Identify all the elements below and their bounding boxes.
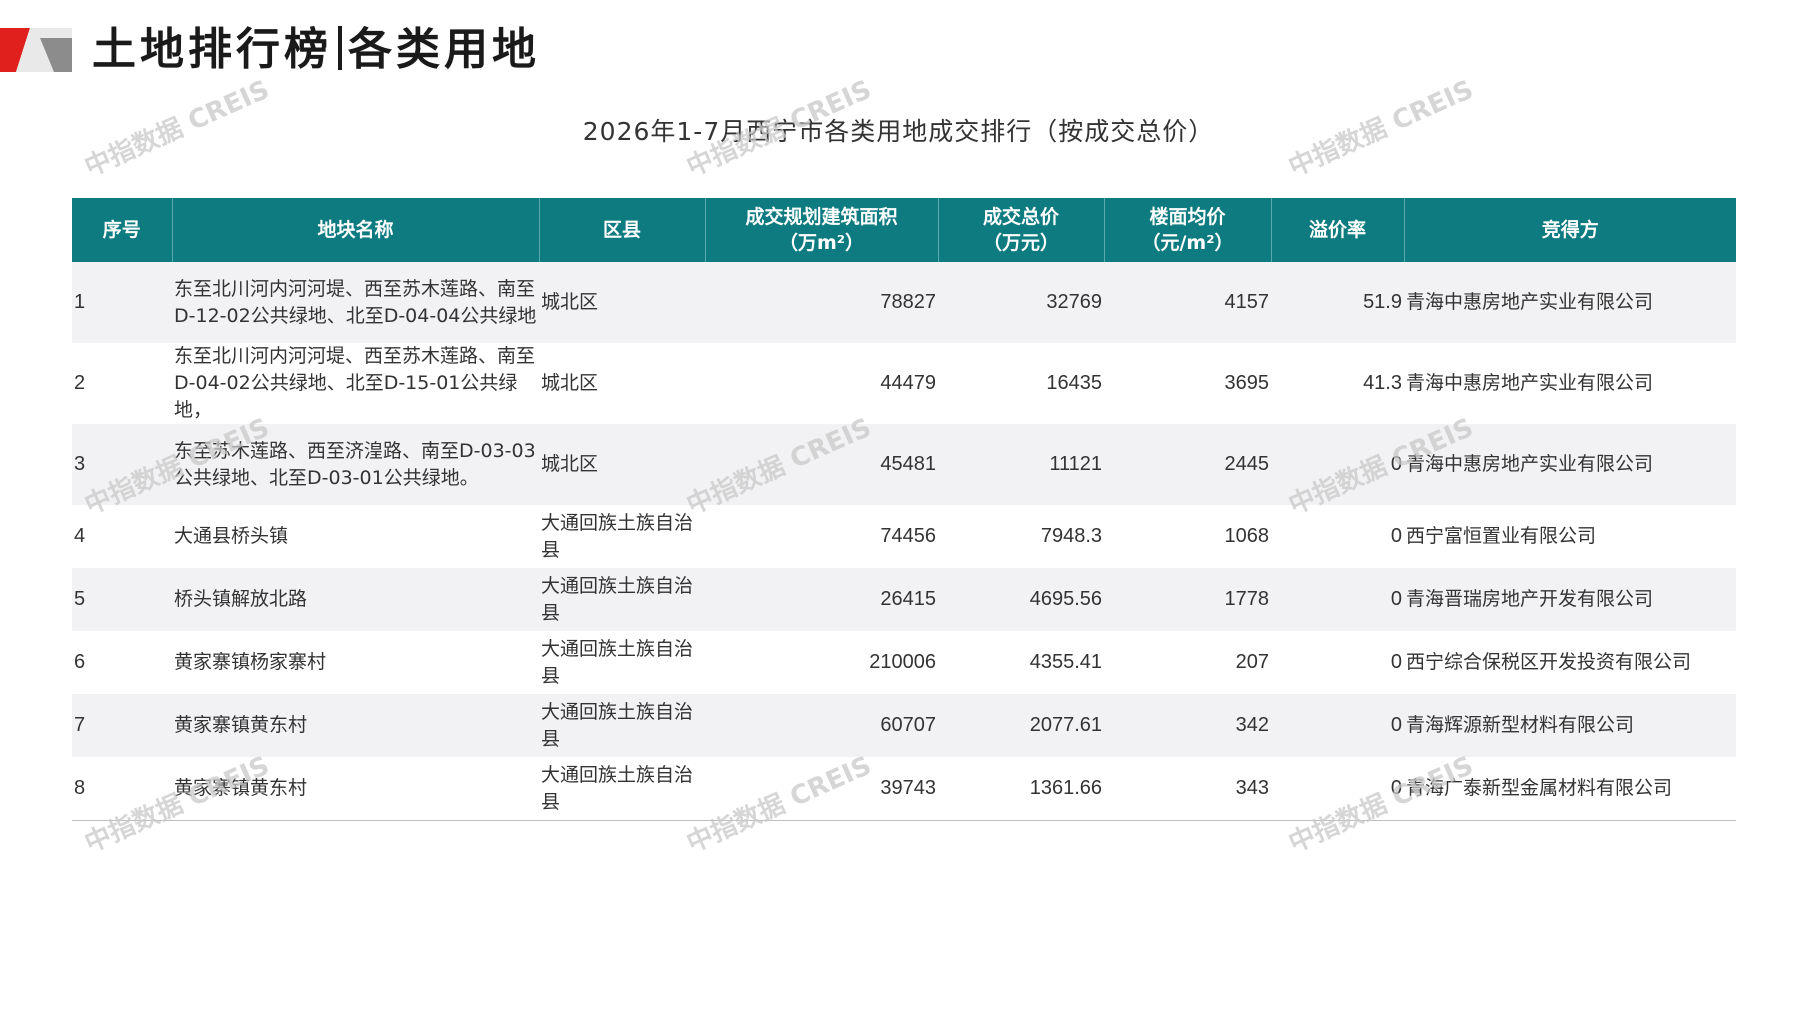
- cell-name: 黄家寨镇黄东村: [172, 757, 539, 821]
- column-header: 序号: [72, 198, 172, 262]
- cell-floor-price: 4157: [1104, 262, 1271, 343]
- cell-floor-price: 1068: [1104, 505, 1271, 568]
- table-row: 6 黄家寨镇杨家寨村 大通回族土族自治县 210006 4355.41 207 …: [72, 631, 1736, 694]
- cell-premium: 0: [1271, 505, 1404, 568]
- column-header: 竞得方: [1403, 198, 1736, 262]
- table-header-row: 序号 地块名称 区县 成交规划建筑面积 （万m²） 成交总价 （万元） 楼面均价…: [72, 198, 1736, 262]
- cell-total-price: 2077.61: [938, 694, 1104, 757]
- table-row: 5 桥头镇解放北路 大通回族土族自治县 26415 4695.56 1778 0…: [72, 568, 1736, 631]
- cell-district: 大通回族土族自治县: [539, 568, 705, 631]
- cell-floor-price: 343: [1104, 757, 1271, 821]
- cell-area: 44479: [705, 343, 938, 424]
- cell-district: 城北区: [539, 262, 705, 343]
- cell-district: 大通回族土族自治县: [539, 757, 705, 821]
- page-title: 土地排行榜 各类用地: [92, 18, 540, 82]
- cell-rank: 8: [72, 757, 172, 821]
- cell-buyer: 西宁综合保税区开发投资有限公司: [1404, 631, 1736, 694]
- cell-area: 39743: [705, 757, 938, 821]
- cell-name: 黄家寨镇杨家寨村: [172, 631, 539, 694]
- cell-area: 26415: [705, 568, 938, 631]
- cell-premium: 0: [1271, 631, 1404, 694]
- cell-rank: 6: [72, 631, 172, 694]
- cell-area: 45481: [705, 424, 938, 505]
- brand-logo: [0, 28, 72, 72]
- table-row: 3 东至苏木莲路、西至济湟路、南至D-03-03公共绿地、北至D-03-01公共…: [72, 424, 1736, 505]
- page-title-main: 土地排行榜: [92, 24, 332, 75]
- cell-area: 210006: [705, 631, 938, 694]
- column-header: 溢价率: [1270, 198, 1404, 262]
- cell-district: 大通回族土族自治县: [539, 694, 705, 757]
- table-row: 4 大通县桥头镇 大通回族土族自治县 74456 7948.3 1068 0 西…: [72, 505, 1736, 568]
- cell-total-price: 16435: [938, 343, 1104, 424]
- cell-name: 东至北川河内河河堤、西至苏木莲路、南至D-12-02公共绿地、北至D-04-04…: [172, 262, 539, 343]
- report-title: 2026年1-7月西宁市各类用地成交排行（按成交总价）: [582, 117, 1215, 146]
- cell-area: 60707: [705, 694, 938, 757]
- cell-rank: 2: [72, 343, 172, 424]
- cell-floor-price: 207: [1104, 631, 1271, 694]
- column-header: 地块名称: [171, 198, 539, 262]
- column-header: 楼面均价 （元/m²）: [1103, 198, 1271, 262]
- cell-name: 东至苏木莲路、西至济湟路、南至D-03-03公共绿地、北至D-03-01公共绿地…: [172, 424, 539, 505]
- cell-total-price: 7948.3: [938, 505, 1104, 568]
- table-row: 2 东至北川河内河河堤、西至苏木莲路、南至D-04-02公共绿地、北至D-15-…: [72, 343, 1736, 424]
- title-divider: [338, 26, 342, 70]
- cell-buyer: 青海中惠房地产实业有限公司: [1404, 424, 1736, 505]
- cell-area: 74456: [705, 505, 938, 568]
- cell-buyer: 青海中惠房地产实业有限公司: [1404, 343, 1736, 424]
- cell-premium: 0: [1271, 568, 1404, 631]
- column-header: 成交规划建筑面积 （万m²）: [704, 198, 938, 262]
- cell-district: 城北区: [539, 343, 705, 424]
- cell-name: 桥头镇解放北路: [172, 568, 539, 631]
- cell-total-price: 4355.41: [938, 631, 1104, 694]
- cell-buyer: 青海辉源新型材料有限公司: [1404, 694, 1736, 757]
- ranking-table: 序号 地块名称 区县 成交规划建筑面积 （万m²） 成交总价 （万元） 楼面均价…: [72, 198, 1736, 821]
- column-header: 区县: [538, 198, 705, 262]
- table-row: 7 黄家寨镇黄东村 大通回族土族自治县 60707 2077.61 342 0 …: [72, 694, 1736, 757]
- cell-buyer: 青海晋瑞房地产开发有限公司: [1404, 568, 1736, 631]
- cell-district: 大通回族土族自治县: [539, 505, 705, 568]
- cell-rank: 4: [72, 505, 172, 568]
- cell-rank: 1: [72, 262, 172, 343]
- cell-district: 大通回族土族自治县: [539, 631, 705, 694]
- cell-buyer: 青海中惠房地产实业有限公司: [1404, 262, 1736, 343]
- cell-premium: 51.9: [1271, 262, 1404, 343]
- cell-buyer: 青海广泰新型金属材料有限公司: [1404, 757, 1736, 821]
- cell-area: 78827: [705, 262, 938, 343]
- cell-buyer: 西宁富恒置业有限公司: [1404, 505, 1736, 568]
- cell-rank: 3: [72, 424, 172, 505]
- cell-total-price: 11121: [938, 424, 1104, 505]
- cell-premium: 0: [1271, 424, 1404, 505]
- cell-name: 东至北川河内河河堤、西至苏木莲路、南至D-04-02公共绿地、北至D-15-01…: [172, 343, 539, 424]
- cell-floor-price: 1778: [1104, 568, 1271, 631]
- cell-rank: 7: [72, 694, 172, 757]
- cell-district: 城北区: [539, 424, 705, 505]
- cell-rank: 5: [72, 568, 172, 631]
- cell-premium: 0: [1271, 757, 1404, 821]
- cell-floor-price: 342: [1104, 694, 1271, 757]
- table-row: 8 黄家寨镇黄东村 大通回族土族自治县 39743 1361.66 343 0 …: [72, 757, 1736, 821]
- cell-premium: 0: [1271, 694, 1404, 757]
- cell-total-price: 1361.66: [938, 757, 1104, 821]
- cell-premium: 41.3: [1271, 343, 1404, 424]
- cell-total-price: 4695.56: [938, 568, 1104, 631]
- cell-floor-price: 2445: [1104, 424, 1271, 505]
- cell-floor-price: 3695: [1104, 343, 1271, 424]
- table-row: 1 东至北川河内河河堤、西至苏木莲路、南至D-12-02公共绿地、北至D-04-…: [72, 262, 1736, 343]
- cell-name: 黄家寨镇黄东村: [172, 694, 539, 757]
- column-header: 成交总价 （万元）: [937, 198, 1104, 262]
- cell-total-price: 32769: [938, 262, 1104, 343]
- cell-name: 大通县桥头镇: [172, 505, 539, 568]
- page-title-sub: 各类用地: [348, 24, 540, 75]
